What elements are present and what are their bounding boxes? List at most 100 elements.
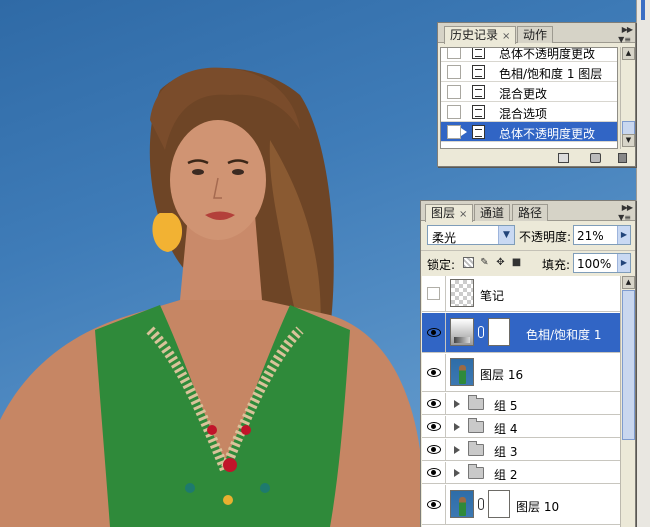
lock-row: 锁定: ✎ ✥ ■ 填充: 100% ▶: [421, 250, 635, 274]
history-brush-checkbox[interactable]: [447, 48, 461, 59]
new-document-icon[interactable]: [558, 153, 569, 163]
collapse-arrows-icon[interactable]: ▶▶: [622, 203, 633, 212]
collapse-arrows-icon[interactable]: ▶▶: [622, 25, 633, 34]
scroll-thumb[interactable]: [622, 121, 635, 135]
layers-panel: 图层 × 通道 路径 ▶▶ ▼≡ 柔光 ▼ 不透明度: 21% ▶ 锁定: ✎ ✥…: [420, 200, 636, 527]
layer-name: 图层 16: [480, 368, 524, 382]
history-brush-checkbox[interactable]: [447, 65, 461, 79]
snapshot-camera-icon[interactable]: [590, 153, 601, 163]
tab-actions[interactable]: 动作: [517, 26, 554, 43]
visibility-cell[interactable]: [422, 462, 446, 483]
eye-icon[interactable]: [427, 399, 441, 408]
link-chain-icon[interactable]: [478, 498, 484, 510]
layer-name: 组 2: [494, 468, 518, 482]
history-panel: 历史记录 × 动作 ▶▶ ▼≡ 总体不透明度更改 色相/饱和度 1 图层 混合更改…: [437, 22, 636, 167]
history-brush-checkbox[interactable]: [447, 105, 461, 119]
tab-paths[interactable]: 路径: [512, 204, 549, 221]
lock-position-move-icon[interactable]: ✥: [495, 257, 506, 268]
folder-icon: [468, 395, 484, 410]
scroll-down-icon[interactable]: ▼: [622, 134, 635, 147]
eye-icon[interactable]: [427, 500, 441, 509]
layer-group-row[interactable]: 组 3: [422, 439, 620, 461]
eye-icon[interactable]: [427, 468, 441, 477]
layer-row[interactable]: 笔记: [422, 276, 620, 312]
lock-pixels-brush-icon[interactable]: ✎: [479, 257, 490, 268]
history-state-slider-icon[interactable]: [461, 128, 467, 136]
eye-icon[interactable]: [427, 368, 441, 377]
history-item[interactable]: 总体不透明度更改: [441, 48, 617, 62]
layers-scrollbar[interactable]: ▲: [620, 276, 635, 527]
history-brush-checkbox[interactable]: [447, 85, 461, 99]
layer-mask-thumbnail[interactable]: [488, 490, 510, 518]
tab-history[interactable]: 历史记录 ×: [444, 26, 517, 44]
scroll-thumb[interactable]: [622, 290, 635, 440]
history-item[interactable]: 混合更改: [441, 82, 617, 102]
trash-icon[interactable]: [618, 153, 627, 163]
layer-name: 组 5: [494, 399, 518, 413]
opacity-field[interactable]: 21% ▶: [573, 225, 631, 245]
blend-mode-select[interactable]: 柔光 ▼: [427, 225, 515, 245]
layer-group-row[interactable]: 组 5: [422, 393, 620, 415]
visibility-cell[interactable]: [422, 354, 446, 391]
visibility-cell[interactable]: [422, 439, 446, 460]
visibility-cell[interactable]: [422, 485, 446, 524]
layer-row-selected[interactable]: 色相/饱和度 1: [422, 313, 620, 353]
chevron-down-icon[interactable]: ▼: [498, 226, 514, 244]
layer-mask-thumbnail[interactable]: [488, 318, 510, 346]
expand-triangle-icon[interactable]: [454, 400, 460, 408]
history-brush-checkbox[interactable]: [447, 125, 461, 139]
expand-triangle-icon[interactable]: [454, 423, 460, 431]
history-item-label: 混合选项: [499, 107, 548, 121]
visibility-cell[interactable]: [422, 313, 446, 352]
panel-menu-icon[interactable]: ▼≡: [618, 213, 631, 222]
visibility-cell[interactable]: [422, 393, 446, 414]
history-item-selected[interactable]: 总体不透明度更改: [441, 122, 617, 142]
close-icon[interactable]: ×: [459, 209, 467, 220]
history-footer: [440, 151, 633, 167]
history-state-icon: [472, 48, 485, 59]
layer-name: 组 4: [494, 422, 518, 436]
visibility-cell[interactable]: [422, 416, 446, 437]
folder-icon: [468, 441, 484, 456]
history-item[interactable]: 色相/饱和度 1 图层: [441, 62, 617, 82]
eye-icon[interactable]: [427, 422, 441, 431]
history-list: 总体不透明度更改 色相/饱和度 1 图层 混合更改 混合选项 总体不透明度更改: [440, 47, 618, 149]
expand-triangle-icon[interactable]: [454, 446, 460, 454]
fill-slider-arrow-icon[interactable]: ▶: [617, 254, 630, 272]
folder-icon: [468, 464, 484, 479]
expand-triangle-icon[interactable]: [454, 469, 460, 477]
visibility-off-box[interactable]: [427, 287, 440, 300]
history-scrollbar[interactable]: ▲ ▼: [620, 47, 635, 149]
history-item-label: 混合更改: [499, 87, 548, 101]
history-item-label: 总体不透明度更改: [499, 127, 596, 141]
layer-thumbnail: [450, 279, 474, 307]
fill-field[interactable]: 100% ▶: [573, 253, 631, 273]
opacity-value: 21%: [577, 229, 604, 243]
layer-group-row[interactable]: 组 4: [422, 416, 620, 438]
scroll-up-icon[interactable]: ▲: [622, 47, 635, 60]
panel-menu-icon[interactable]: ▼≡: [618, 35, 631, 44]
adjustment-thumbnail: [450, 318, 474, 346]
link-chain-icon[interactable]: [478, 326, 484, 338]
visibility-cell[interactable]: [422, 276, 446, 311]
lock-transparency-icon[interactable]: [463, 257, 474, 268]
scroll-indicator: [641, 0, 645, 20]
right-edge-strip: [636, 0, 650, 527]
eye-icon[interactable]: [427, 328, 441, 337]
layer-row[interactable]: 图层 10: [422, 485, 620, 525]
layer-list: 笔记 色相/饱和度 1 图层 16 组 5 组 4 组 3 组 2 图层 10: [422, 276, 620, 527]
tab-channels[interactable]: 通道: [474, 204, 511, 221]
opacity-label: 不透明度:: [519, 230, 572, 244]
eye-icon[interactable]: [427, 445, 441, 454]
layer-name: 笔记: [480, 289, 505, 303]
lock-all-padlock-icon[interactable]: ■: [511, 257, 522, 268]
layer-row[interactable]: 图层 16: [422, 354, 620, 392]
opacity-slider-arrow-icon[interactable]: ▶: [617, 226, 630, 244]
history-item[interactable]: 混合选项: [441, 102, 617, 122]
tab-layers-label: 图层: [431, 206, 456, 220]
layer-group-row[interactable]: 组 2: [422, 462, 620, 484]
scroll-up-icon[interactable]: ▲: [622, 276, 635, 289]
close-icon[interactable]: ×: [502, 31, 510, 42]
layers-tabbar: 图层 × 通道 路径 ▶▶ ▼≡: [421, 201, 635, 222]
tab-layers[interactable]: 图层 ×: [425, 204, 474, 222]
